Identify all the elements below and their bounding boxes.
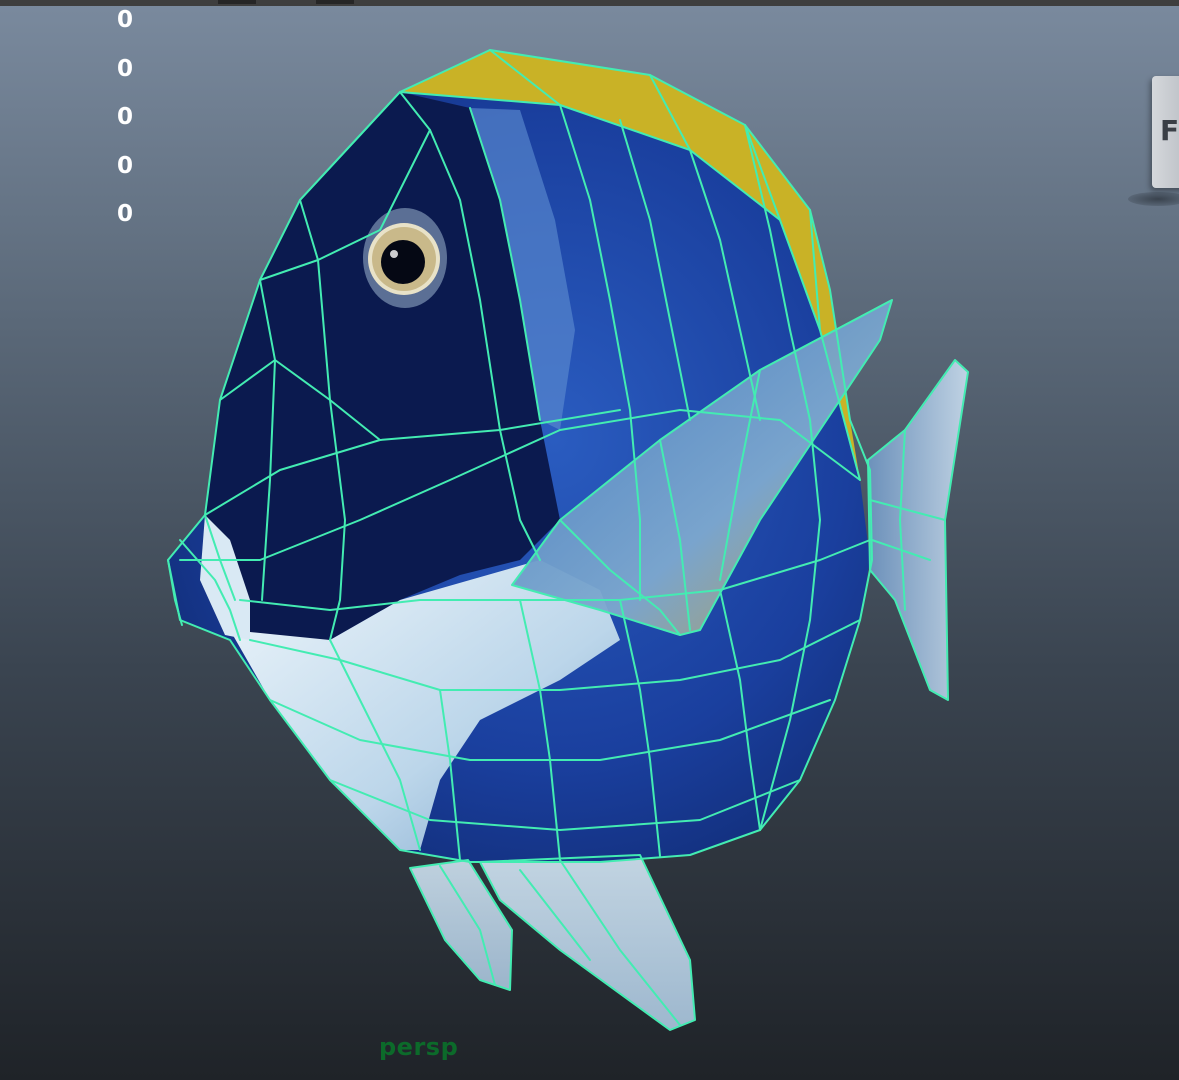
fish-model-mesh[interactable] [0,0,1179,1080]
hud-value: 0 [116,7,133,33]
viewcube-widget[interactable]: F [1152,76,1179,188]
viewport-panel[interactable]: 0 0 0 0 0 F persp [0,0,1179,1080]
fish-eye [363,208,447,308]
hud-value: 0 [116,55,133,82]
camera-name-label: persp [379,1033,459,1061]
hud-value: 0 [116,152,133,179]
hud-value: 0 [116,201,133,227]
viewcube-face-label: F [1160,114,1179,147]
hud-readout: 0 0 0 0 0 [112,4,138,247]
viewcube-shadow [1128,192,1179,206]
hud-value: 0 [116,104,133,130]
